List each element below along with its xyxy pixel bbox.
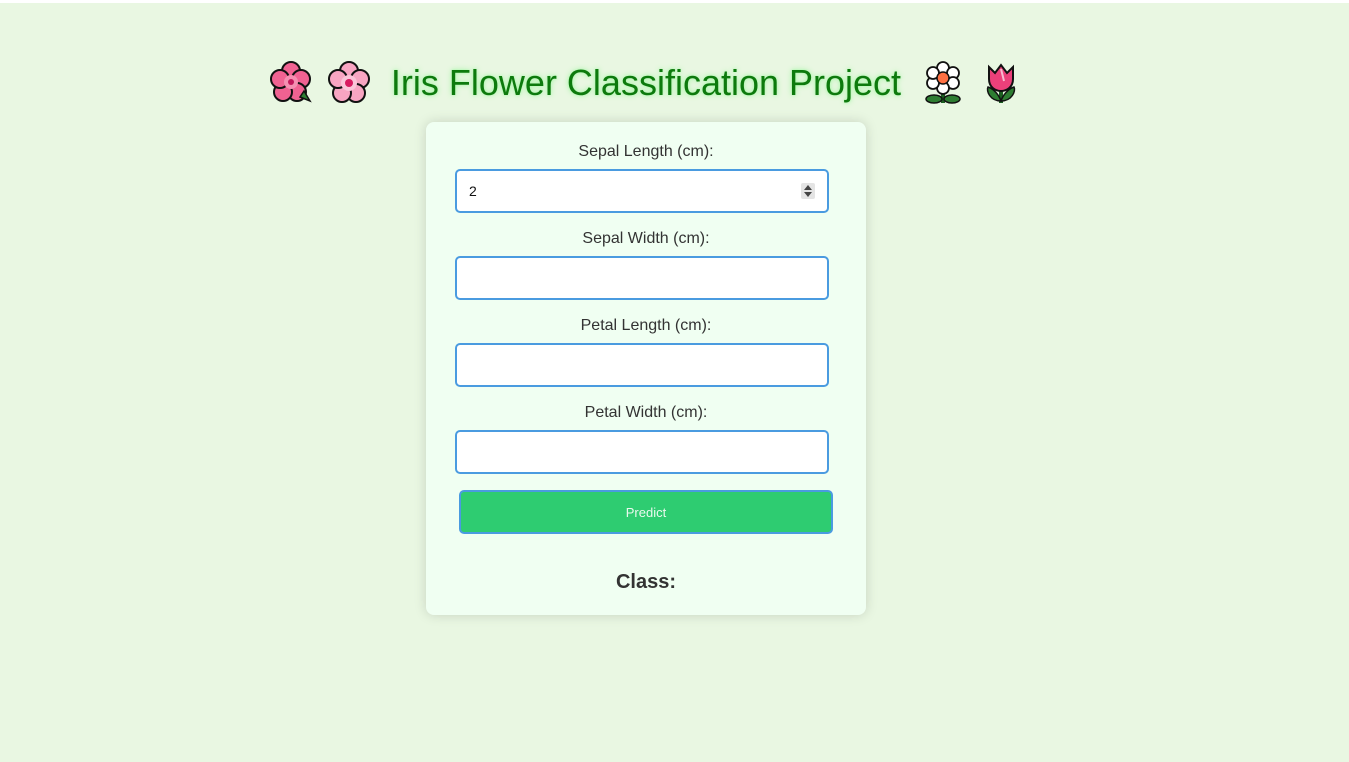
petal-length-input[interactable]: [455, 343, 829, 387]
predict-button[interactable]: Predict: [459, 490, 833, 534]
hibiscus-icon: [269, 61, 312, 104]
sepal-length-input[interactable]: 2: [455, 169, 829, 213]
page-title: Iris Flower Classification Project: [0, 56, 1292, 108]
cherry-blossom-icon: [327, 61, 370, 104]
petal-width-label: Petal Width (cm):: [584, 404, 708, 421]
sepal-length-value: 2: [469, 183, 477, 199]
prediction-form-card: Sepal Length (cm): 2 Sepal Width (cm): P…: [426, 122, 866, 615]
spinner-up-icon[interactable]: [804, 185, 812, 190]
sepal-length-label: Sepal Length (cm):: [578, 143, 714, 160]
number-spinner[interactable]: [801, 183, 815, 199]
page-title-text: Iris Flower Classification Project: [390, 62, 902, 104]
sepal-width-input[interactable]: [455, 256, 829, 300]
petal-width-input[interactable]: [455, 430, 829, 474]
result-class-label: Class:: [615, 571, 677, 593]
blossom-icon: [925, 61, 961, 105]
petal-length-label: Petal Length (cm):: [580, 317, 712, 334]
sepal-width-label: Sepal Width (cm):: [582, 230, 710, 247]
spinner-down-icon[interactable]: [804, 192, 812, 197]
tulip-icon: [986, 63, 1016, 104]
